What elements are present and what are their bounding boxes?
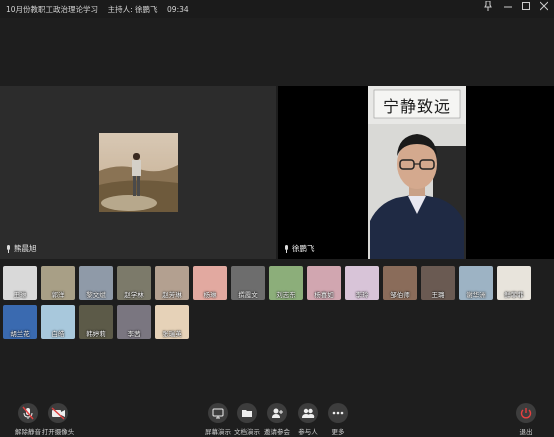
participant-thumb[interactable]: 黎文斌	[79, 266, 113, 300]
participant-thumb-name: 邹伯师	[390, 291, 410, 299]
participant-name-tag: 徐鹏飞	[284, 243, 315, 254]
participant-thumb[interactable]: 赵学林	[117, 266, 151, 300]
participant-thumb[interactable]: 郭洋	[41, 266, 75, 300]
more-label: 更多	[331, 428, 345, 436]
participant-thumb-name: 李玲	[355, 291, 369, 299]
participant-thumb-name: 撰霞文	[238, 291, 258, 299]
members-icon	[298, 403, 318, 423]
participant-thumb-name: 赵学林	[124, 291, 144, 299]
close-icon[interactable]	[536, 1, 552, 15]
participant-thumb-name: 鲜菲菲	[504, 291, 524, 299]
participant-thumb[interactable]: 邹伯师	[383, 266, 417, 300]
participant-thumb[interactable]: 白皓	[41, 305, 75, 339]
video-tile-left[interactable]: 熊晨旭	[0, 86, 276, 259]
participant-thumb[interactable]: 王琳	[3, 266, 37, 300]
power-icon	[516, 403, 536, 423]
participant-thumb[interactable]: 杨琳	[193, 266, 227, 300]
participant-thumb-name: 王璐	[431, 291, 445, 299]
participant-row-2: 胡兰花 白皓 韩婷莉 李茜 张瑞英	[3, 305, 189, 339]
participant-thumb[interactable]: 刘志东	[269, 266, 303, 300]
participant-thumb[interactable]: 胡兰花	[3, 305, 37, 339]
leave-button[interactable]: 退出	[506, 403, 546, 436]
mic-icon	[7, 244, 10, 253]
participant-photo	[99, 133, 178, 212]
participant-thumb[interactable]: 撰霞文	[231, 266, 265, 300]
camera-label: 打开摄像头	[41, 428, 75, 436]
screen-share-icon	[208, 403, 228, 423]
participant-thumb[interactable]: 赵芳琳	[155, 266, 189, 300]
participant-thumb-name: 李茜	[127, 330, 141, 338]
participant-name: 熊晨旭	[14, 244, 37, 253]
title-bar: 10月份教职工政治理论学习 主持人: 徐鹏飞 09:34	[0, 0, 554, 18]
participant-thumb-name: 张瑞英	[162, 330, 182, 338]
folder-icon	[237, 403, 257, 423]
participant-thumb-name: 王琳	[13, 291, 27, 299]
participant-thumb[interactable]: 李茜	[117, 305, 151, 339]
camera-off-icon	[48, 403, 68, 423]
wall-banner: 宁静致远	[382, 97, 451, 116]
meeting-title: 10月份教职工政治理论学习 主持人: 徐鹏飞 09:34	[6, 5, 189, 14]
participant-thumb-name: 黎文斌	[86, 291, 106, 299]
participant-thumb[interactable]: 王璐	[421, 266, 455, 300]
leave-label: 退出	[519, 428, 533, 436]
participant-thumb[interactable]: 李玲	[345, 266, 379, 300]
participant-thumb-name: 谢华洲	[466, 291, 486, 299]
more-button[interactable]: 更多	[318, 403, 358, 436]
participant-name: 徐鹏飞	[292, 244, 315, 253]
pin-icon[interactable]	[480, 0, 496, 15]
participant-thumb[interactable]: 谢华洲	[459, 266, 493, 300]
camera-button[interactable]: 打开摄像头	[38, 403, 78, 436]
video-tile-right[interactable]: 宁静致远 徐鹏飞	[278, 86, 554, 259]
participant-thumb-name: 杨琳	[203, 291, 217, 299]
add-user-icon	[267, 403, 287, 423]
participant-thumb-name: 白皓	[51, 330, 65, 338]
maximize-icon[interactable]	[518, 1, 534, 15]
participant-thumb[interactable]: 杨喜如	[307, 266, 341, 300]
participant-thumb[interactable]: 韩婷莉	[79, 305, 113, 339]
mic-muted-icon	[18, 403, 38, 423]
participant-thumb[interactable]: 张瑞英	[155, 305, 189, 339]
participant-thumb[interactable]: 鲜菲菲	[497, 266, 531, 300]
participant-thumb-name: 刘志东	[276, 291, 296, 299]
participant-thumb-name: 胡兰花	[10, 330, 30, 338]
mic-icon	[285, 244, 288, 253]
participant-thumb-name: 杨喜如	[314, 291, 334, 299]
more-icon	[328, 403, 348, 423]
participant-thumb-name: 韩婷莉	[86, 330, 106, 338]
participant-row-1: 王琳 郭洋 黎文斌 赵学林 赵芳琳 杨琳 撰霞文 刘志东 杨喜如 李玲 邹伯师 …	[3, 266, 531, 300]
participant-thumb-name: 赵芳琳	[162, 291, 182, 299]
minimize-icon[interactable]	[500, 1, 516, 15]
participant-name-tag: 熊晨旭	[6, 243, 37, 254]
participant-thumb-name: 郭洋	[51, 291, 65, 299]
